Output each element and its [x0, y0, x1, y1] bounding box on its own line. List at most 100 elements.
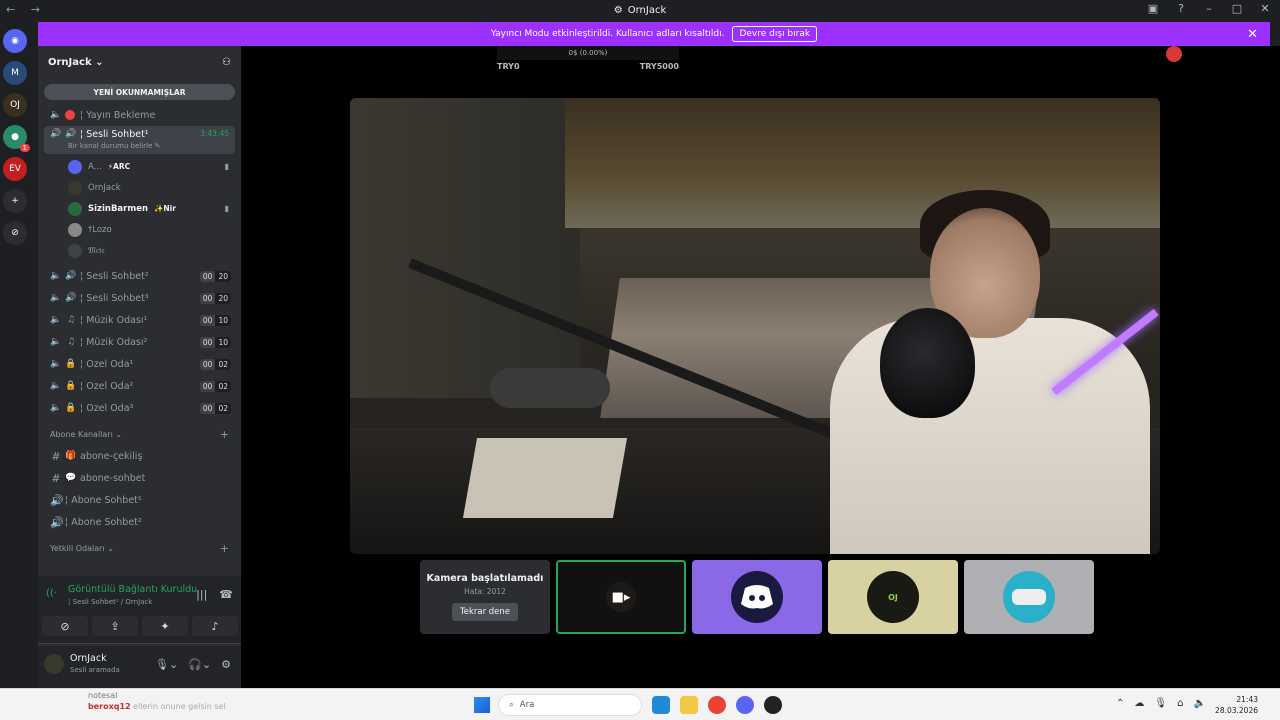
- start-button-icon[interactable]: [474, 697, 490, 713]
- banner-text: Yayıncı Modu etkinleştirildi. Kullanıcı …: [490, 29, 725, 39]
- voice-channel[interactable]: 🔈 🔒 ¦ Özel Oda¹ 00 02: [44, 353, 235, 375]
- tray-network-icon[interactable]: ⌂: [1177, 698, 1183, 709]
- channel-sesli-sohbet-1[interactable]: 🔊 🔊 ¦ Sesli Sohbet¹ 3:43:45 Bir kanal du…: [44, 126, 235, 154]
- user-avatar[interactable]: [44, 654, 64, 674]
- tray-volume-icon[interactable]: 🔈: [1193, 698, 1205, 709]
- new-unreads-pill[interactable]: YENİ OKUNMAMIŞLAR: [44, 84, 235, 100]
- user-limit-badge: 00 02: [199, 380, 231, 392]
- connection-channel[interactable]: ¦ Sesli Sohbet¹ / OrnJack: [68, 598, 152, 606]
- tray-mic-icon[interactable]: 🎙: [1154, 698, 1167, 709]
- minimize-button[interactable]: –: [1202, 2, 1216, 15]
- help-icon[interactable]: ?: [1174, 2, 1188, 15]
- category-abone-kanallari[interactable]: Abone Kanalları ⌄ +: [44, 423, 235, 445]
- voice-user[interactable]: A... ⚡ARC ▮: [68, 156, 241, 177]
- user-limit-badge: 00 10: [199, 336, 231, 348]
- participant-tile-camera[interactable]: ■▸: [556, 560, 686, 634]
- camera-on-icon: ▮: [224, 162, 229, 171]
- voice-user[interactable]: OrnJack: [68, 177, 241, 198]
- channel-hash-icon: #: [51, 471, 61, 485]
- sub-channel[interactable]: # 🎁 abone-çekiliş: [44, 445, 235, 467]
- voice-user[interactable]: SizinBarmen ✨Nir ▮: [68, 198, 241, 219]
- add-member-icon[interactable]: ⚇: [222, 57, 231, 68]
- server-header[interactable]: OrnJack ⌄ ⚇: [38, 46, 241, 78]
- signal-icon[interactable]: ((·: [46, 588, 57, 599]
- voice-channel[interactable]: 🔈 ♫ ¦ Müzik Odası² 00 10: [44, 331, 235, 353]
- channel-emoji-icon: 🎁: [65, 451, 77, 461]
- voice-channel[interactable]: 🔈 ♫ ¦ Müzik Odası¹ 00 10: [44, 309, 235, 331]
- camera-on-icon: ▮: [224, 204, 229, 213]
- disconnect-icon[interactable]: ☎: [219, 588, 233, 601]
- discord-taskbar-icon[interactable]: [736, 696, 754, 714]
- sub-channel[interactable]: # 💬 abone-sohbet: [44, 467, 235, 489]
- speaker-icon: 🔊: [50, 129, 62, 139]
- participant-tile-car[interactable]: [964, 560, 1094, 634]
- voice-channel[interactable]: 🔈 🔊 ¦ Sesli Sohbet³ 00 20: [44, 287, 235, 309]
- guild-add-server[interactable]: +: [3, 189, 27, 213]
- main-video-stream[interactable]: [350, 98, 1160, 554]
- guild-guild-ornjack[interactable]: OJ: [3, 93, 27, 117]
- user-limit: 10: [215, 314, 231, 326]
- channel-yayin-bekleme[interactable]: 🔈 ¦ Yayın Bekleme: [44, 104, 235, 126]
- user-limit: 02: [215, 358, 231, 370]
- system-tray: ⌃ ☁ 🎙 ⌂ 🔈: [1116, 698, 1206, 709]
- disable-streamer-mode-button[interactable]: Devre dışı bırak: [732, 26, 818, 42]
- clock-time: 21:43: [1236, 695, 1258, 704]
- settings-gear-icon[interactable]: ⚙: [221, 658, 231, 671]
- voice-user[interactable]: 𝔐𝔢𝔱𝔢: [68, 240, 241, 261]
- close-banner-icon[interactable]: ✕: [1247, 27, 1258, 42]
- camera-toggle-button[interactable]: ⊘: [42, 616, 88, 636]
- user-count: 00: [199, 402, 216, 414]
- user-limit: 02: [215, 380, 231, 392]
- nav-arrows[interactable]: ← →: [6, 3, 46, 16]
- activities-button[interactable]: ✦: [142, 616, 188, 636]
- screen-share-button[interactable]: ⇪: [92, 616, 138, 636]
- retry-button[interactable]: Tekrar dene: [451, 603, 519, 621]
- headphones-icon[interactable]: 🎧⌄: [188, 658, 211, 671]
- voice-user[interactable]: †Lozo: [68, 219, 241, 240]
- voice-channel[interactable]: 🔈 🔒 ¦ Özel Oda² 00 02: [44, 375, 235, 397]
- sub-channel[interactable]: 🔊 ¦ Abone Sohbet¹: [44, 489, 235, 511]
- file-explorer-icon[interactable]: [680, 696, 698, 714]
- guild-guild-green[interactable]: ● 1: [3, 125, 30, 152]
- channel-type-icon: 🔊: [65, 271, 77, 281]
- search-icon: ⌕: [509, 700, 514, 710]
- system-clock[interactable]: 21:43 28.03.2026: [1215, 694, 1258, 716]
- stage-icon: [65, 110, 75, 120]
- overlay-line-1: notesal: [88, 691, 118, 700]
- voice-user-name: SizinBarmen: [88, 203, 149, 214]
- category-yetkili-odalari[interactable]: Yetkili Odaları ⌄ +: [44, 537, 235, 559]
- participant-tile-discord[interactable]: [692, 560, 822, 634]
- speaker-icon: 🔈: [50, 110, 62, 120]
- voice-user-name: OrnJack: [88, 182, 121, 193]
- maximize-button[interactable]: □: [1230, 2, 1244, 15]
- guild-explore[interactable]: ⊘: [3, 221, 27, 245]
- add-channel-icon[interactable]: +: [220, 542, 229, 555]
- voice-channel[interactable]: 🔈 🔒 ¦ Özel Oda³ 00 02: [44, 397, 235, 419]
- channel-label: abone-sohbet: [80, 472, 146, 484]
- chrome-icon[interactable]: [708, 696, 726, 714]
- channel-type-icon: ♫: [66, 315, 76, 325]
- channel-status[interactable]: Bir kanal durumu belirle ✎: [68, 142, 161, 150]
- soundboard-button[interactable]: ♪: [192, 616, 238, 636]
- obs-icon[interactable]: [764, 696, 782, 714]
- user-name[interactable]: OrnJack: [70, 653, 107, 664]
- tray-chevron-icon[interactable]: ⌃: [1116, 698, 1124, 709]
- participant-tile-ornjack[interactable]: OJ: [828, 560, 958, 634]
- inbox-icon[interactable]: ▣: [1146, 2, 1160, 15]
- channel-label: ¦ Özel Oda³: [80, 402, 134, 414]
- taskbar-search[interactable]: ⌕ Ara: [498, 694, 642, 716]
- channel-label: ¦ Sesli Sohbet³: [80, 292, 149, 304]
- guild-guild-m[interactable]: M: [3, 61, 27, 85]
- sub-channel[interactable]: 🔊 ¦ Abone Sohbet²: [44, 511, 235, 533]
- microphone-icon[interactable]: 🎙⌄: [155, 658, 178, 671]
- user-count: 00: [199, 292, 216, 304]
- close-window-button[interactable]: ✕: [1258, 2, 1272, 15]
- connection-status[interactable]: Görüntülü Bağlantı Kuruldu: [68, 584, 197, 595]
- add-channel-icon[interactable]: +: [220, 428, 229, 441]
- noise-suppression-icon[interactable]: |||: [196, 588, 207, 601]
- guild-discord-home[interactable]: ◉: [3, 29, 27, 53]
- edge-icon[interactable]: [652, 696, 670, 714]
- tray-cloud-icon[interactable]: ☁: [1134, 698, 1144, 709]
- voice-channel[interactable]: 🔈 🔊 ¦ Sesli Sohbet² 00 20: [44, 265, 235, 287]
- guild-guild-ev[interactable]: EV: [3, 157, 27, 181]
